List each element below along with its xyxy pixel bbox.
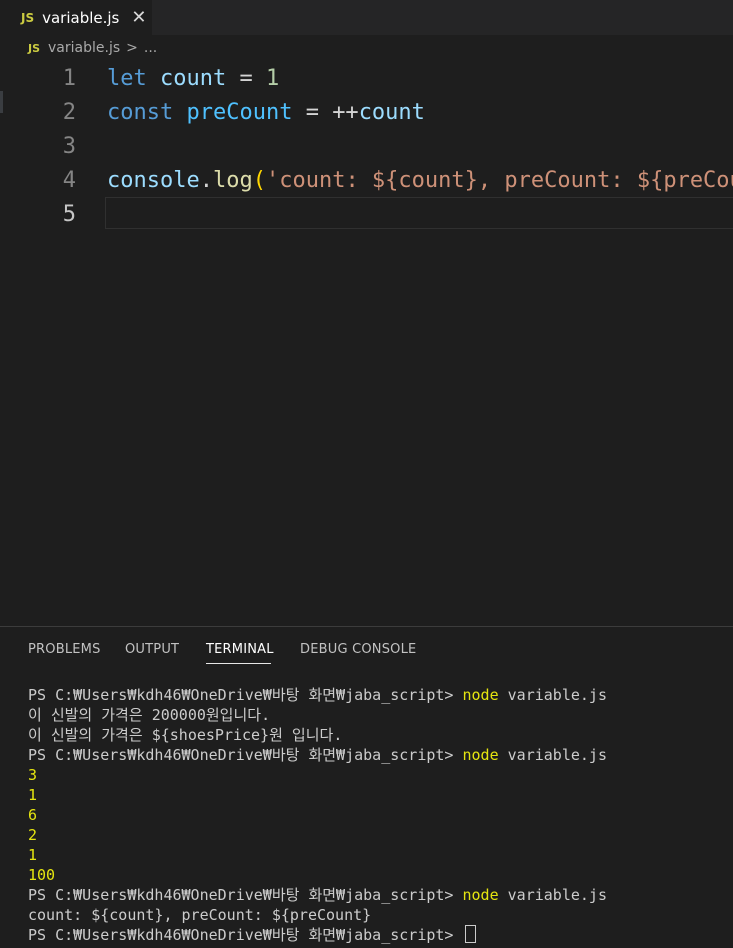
tab-bar: JS variable.js ✕ — [0, 0, 733, 35]
code-line[interactable]: 5 — [0, 198, 733, 232]
terminal-output-line: 2 — [28, 826, 38, 844]
line-number: 4 — [62, 168, 76, 193]
line-number: 5 — [62, 202, 76, 227]
terminal-command: node — [462, 686, 499, 704]
terminal-output-line: 1 — [28, 786, 38, 804]
code-line[interactable]: 3 — [0, 130, 733, 164]
breadcrumb-more[interactable]: ... — [144, 40, 157, 56]
active-tab-indicator — [206, 663, 271, 664]
tab-output[interactable]: OUTPUT — [125, 642, 179, 657]
terminal-command: node — [462, 746, 499, 764]
terminal-prompt: PS C:₩Users₩kdh46₩OneDrive₩바탕 화면₩jaba_sc… — [28, 926, 463, 944]
terminal-prompt: PS C:₩Users₩kdh46₩OneDrive₩바탕 화면₩jaba_sc… — [28, 686, 463, 704]
terminal-cursor[interactable] — [464, 925, 476, 943]
terminal-prompt-line: PS C:₩Users₩kdh46₩OneDrive₩바탕 화면₩jaba_sc… — [28, 885, 728, 905]
terminal-output-line: count: ${count}, preCount: ${preCount} — [28, 906, 372, 924]
breadcrumb-file[interactable]: variable.js — [48, 40, 120, 56]
terminal-prompt-line: PS C:₩Users₩kdh46₩OneDrive₩바탕 화면₩jaba_sc… — [28, 925, 728, 945]
terminal-output-line: 3 — [28, 766, 38, 784]
code-token: count — [160, 66, 227, 91]
code-token: const — [107, 100, 174, 125]
terminal-prompt-line: PS C:₩Users₩kdh46₩OneDrive₩바탕 화면₩jaba_sc… — [28, 685, 728, 705]
tab-problems[interactable]: PROBLEMS — [28, 642, 101, 657]
line-number: 1 — [62, 66, 76, 91]
code-token: 1 — [265, 66, 280, 91]
tab-debug-console[interactable]: DEBUG CONSOLE — [300, 642, 416, 657]
code-token: count — [358, 100, 425, 125]
line-number: 2 — [62, 100, 76, 125]
terminal-command: node — [462, 886, 499, 904]
tab-terminal[interactable]: TERMINAL — [206, 642, 274, 657]
tab-title: variable.js — [42, 8, 120, 27]
code-token: . — [199, 168, 213, 193]
terminal-output-line: 이 신발의 가격은 200000원입니다. — [28, 706, 271, 724]
code-line[interactable]: 1 let count = 1 — [0, 62, 733, 96]
code-text: console.log('count: ${count}, preCount: … — [107, 164, 733, 198]
code-token: ( — [252, 168, 266, 193]
terminal-prompt: PS C:₩Users₩kdh46₩OneDrive₩바탕 화면₩jaba_sc… — [28, 746, 463, 764]
code-editor[interactable]: 1 let count = 1 2 const preCount = ++count 3… — [0, 62, 733, 626]
breadcrumb: JS variable.js > ... — [0, 36, 733, 60]
panel-tabs: PROBLEMS OUTPUT TERMINAL DEBUG CONSOLE — [0, 627, 733, 673]
code-token: let — [107, 66, 147, 91]
code-token: = ++ — [292, 100, 359, 125]
terminal-output-line: 100 — [28, 866, 56, 884]
tab-variable-js[interactable]: JS variable.js ✕ — [0, 0, 152, 35]
code-token: = — [226, 66, 266, 91]
terminal-arg: variable.js — [498, 746, 607, 764]
code-token: console — [107, 168, 200, 193]
code-token: preCount — [186, 100, 293, 125]
terminal-output-line: 이 신발의 가격은 ${shoesPrice}원 입니다. — [28, 726, 343, 744]
terminal-prompt: PS C:₩Users₩kdh46₩OneDrive₩바탕 화면₩jaba_sc… — [28, 886, 463, 904]
terminal-arg: variable.js — [498, 886, 607, 904]
code-line[interactable]: 4 console.log('count: ${count}, preCount:… — [0, 164, 733, 198]
terminal-output-line: 6 — [28, 806, 38, 824]
code-token: log — [212, 168, 253, 193]
code-token: 'count: ${count}, preCount: ${preCount}' — [265, 168, 733, 193]
line-number: 3 — [62, 134, 76, 159]
terminal-prompt-line: PS C:₩Users₩kdh46₩OneDrive₩바탕 화면₩jaba_sc… — [28, 745, 728, 765]
code-text: let count = 1 — [107, 62, 279, 96]
js-file-icon: JS — [21, 10, 35, 25]
js-file-icon: JS — [28, 41, 41, 55]
chevron-right-icon: > — [126, 40, 138, 56]
terminal-arg: variable.js — [498, 686, 607, 704]
terminal-output-line: 1 — [28, 846, 38, 864]
code-text: const preCount = ++count — [107, 96, 425, 130]
bottom-panel: PROBLEMS OUTPUT TERMINAL DEBUG CONSOLE P… — [0, 626, 733, 948]
code-line[interactable]: 2 const preCount = ++count — [0, 96, 733, 130]
close-icon[interactable]: ✕ — [131, 8, 146, 27]
terminal-output[interactable]: PS C:₩Users₩kdh46₩OneDrive₩바탕 화면₩jaba_sc… — [28, 685, 728, 945]
